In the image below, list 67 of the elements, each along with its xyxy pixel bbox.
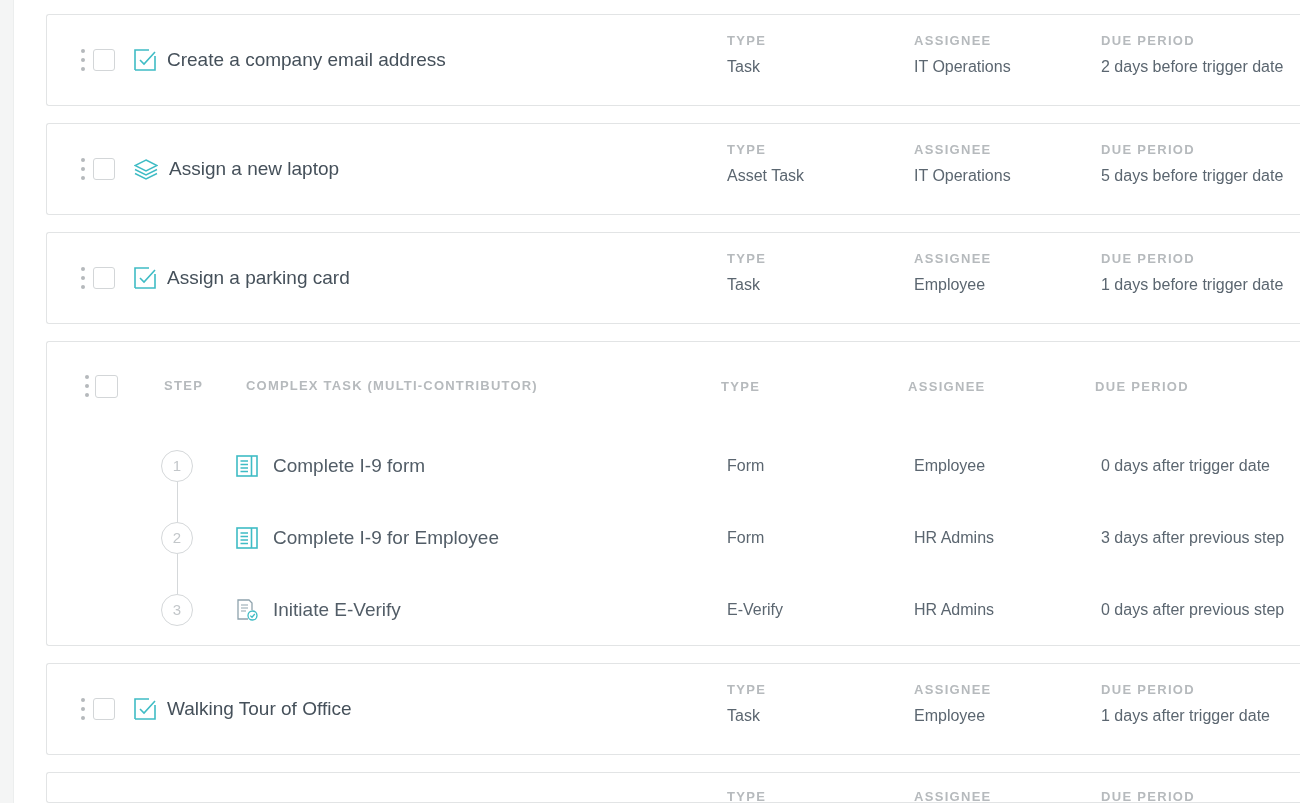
task-title: Assign a parking card — [167, 265, 350, 290]
field-value: 5 days before trigger date — [1101, 166, 1285, 186]
step-connector — [176, 482, 178, 522]
step-title: Initiate E-Verify — [273, 597, 401, 622]
field-label: TYPE — [727, 681, 768, 699]
field-value: 2 days before trigger date — [1101, 57, 1285, 77]
document-icon — [236, 527, 258, 549]
checked-square-icon — [134, 267, 156, 289]
step-assignee: Employee — [914, 457, 986, 474]
checked-square-icon — [134, 49, 156, 71]
task-title: Assign a new laptop — [169, 156, 340, 181]
field-label: DUE PERIOD — [1101, 32, 1196, 50]
step-due-period: 3 days after previous step — [1101, 529, 1285, 546]
step-title: Complete I-9 form — [273, 453, 426, 478]
field-value: Task — [727, 706, 761, 726]
step-due-period: 0 days after previous step — [1101, 601, 1285, 618]
field-label: ASSIGNEE — [914, 681, 993, 699]
step-assignee: HR Admins — [914, 529, 995, 546]
field-label: TYPE — [727, 790, 768, 802]
field-value: 1 days after trigger date — [1101, 706, 1271, 726]
task-title: Walking Tour of Office — [167, 696, 352, 721]
field-label: TYPE — [727, 250, 768, 268]
step-due-period: 0 days after trigger date — [1101, 457, 1270, 474]
column-header: STEP — [164, 377, 205, 396]
field-value: Asset Task — [727, 166, 806, 186]
field-value: Task — [727, 57, 761, 77]
field-label: DUE PERIOD — [1101, 250, 1196, 268]
field-label: DUE PERIOD — [1101, 681, 1196, 699]
field-label: ASSIGNEE — [914, 250, 993, 268]
row-checkbox[interactable] — [93, 158, 115, 180]
row-checkbox[interactable] — [93, 49, 115, 71]
field-label: ASSIGNEE — [914, 32, 993, 50]
field-label: TYPE — [727, 141, 768, 159]
drag-handle-icon[interactable] — [81, 698, 85, 720]
field-label: DUE PERIOD — [1101, 141, 1196, 159]
field-value: Employee — [914, 275, 987, 295]
column-header: DUE PERIOD — [1095, 379, 1189, 394]
document-check-icon — [236, 599, 258, 621]
column-header: COMPLEX TASK (MULTI-CONTRIBUTOR) — [246, 377, 538, 396]
drag-handle-icon[interactable] — [81, 267, 85, 289]
drag-handle-icon[interactable] — [81, 158, 85, 180]
drag-handle-icon[interactable] — [81, 49, 85, 71]
field-label: TYPE — [727, 32, 768, 50]
row-checkbox[interactable] — [95, 374, 118, 398]
layers-icon — [134, 158, 158, 180]
step-type: E-Verify — [727, 601, 783, 618]
column-header: ASSIGNEE — [908, 379, 986, 394]
row-checkbox[interactable] — [93, 267, 115, 289]
column-header: TYPE — [721, 379, 761, 394]
drag-handle-icon[interactable] — [85, 375, 89, 397]
field-label: ASSIGNEE — [914, 141, 993, 159]
document-icon — [236, 455, 258, 477]
field-value: IT Operations — [914, 57, 1012, 77]
field-value: Employee — [914, 706, 987, 726]
field-value: Task — [727, 275, 761, 295]
row-checkbox[interactable] — [93, 698, 115, 720]
field-label: ASSIGNEE — [914, 790, 993, 802]
step-connector — [176, 554, 178, 594]
step-assignee: HR Admins — [914, 601, 995, 618]
field-value: 1 days before trigger date — [1101, 275, 1285, 295]
step-type: Form — [727, 529, 765, 546]
field-value: IT Operations — [914, 166, 1012, 186]
task-title: Create a company email address — [167, 47, 446, 72]
step-type: Form — [727, 457, 765, 474]
field-label: DUE PERIOD — [1101, 790, 1196, 802]
step-title: Complete I-9 for Employee — [273, 525, 499, 550]
checked-square-icon — [134, 698, 156, 720]
